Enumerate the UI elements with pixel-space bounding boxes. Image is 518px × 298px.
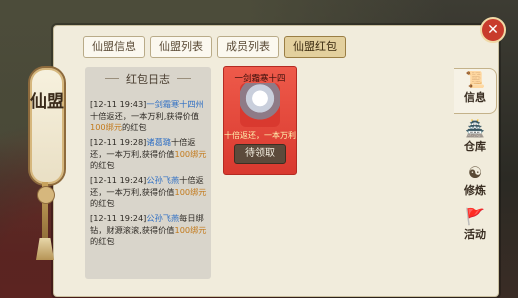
entry-time: [12-11 19:28] bbox=[90, 137, 147, 147]
packet-description: 十倍返还，一本万利 bbox=[224, 131, 296, 140]
side-tab-label: 仓库 bbox=[464, 140, 486, 153]
entry-time: [12-11 19:24] bbox=[90, 175, 147, 185]
sender-portrait bbox=[240, 83, 280, 127]
side-tab-info[interactable]: 📜 信息 bbox=[454, 68, 497, 114]
entry-time: [12-11 19:24] bbox=[90, 213, 147, 223]
side-tab-warehouse[interactable]: 🏯 仓库 bbox=[454, 118, 496, 162]
entry-player-name[interactable]: 诸葛璐 bbox=[146, 137, 171, 147]
entry-amount: 100绑元 bbox=[174, 148, 207, 159]
close-icon[interactable]: ✕ bbox=[480, 17, 506, 43]
log-entry: [12-11 19:28]诸葛璐十倍返还，一本万利,获得价值100绑元的红包 bbox=[90, 137, 210, 172]
entry-player-name[interactable]: 一剑霜寒十四州 bbox=[146, 99, 203, 109]
side-tab-cultivate[interactable]: ☯ 修炼 bbox=[454, 162, 496, 206]
tab-guild-red-packet[interactable]: 仙盟红包 bbox=[284, 36, 346, 58]
entry-text: 十倍返还，一本万利,获得价值 bbox=[90, 110, 200, 121]
tab-member-list[interactable]: 成员列表 bbox=[217, 36, 279, 58]
entry-amount: 100绑元 bbox=[174, 224, 207, 235]
entry-time: [12-11 19:43] bbox=[90, 99, 147, 109]
tab-guild-info[interactable]: 仙盟信息 bbox=[83, 36, 145, 58]
log-entry: [12-11 19:24]公孙飞燕每日绑钻，财源滚滚,获得价值100绑元的红包 bbox=[90, 213, 210, 248]
side-tab-label: 活动 bbox=[464, 228, 486, 241]
red-packet-log: 红包日志 [12-11 19:43]一剑霜寒十四州十倍返还，一本万利,获得价值1… bbox=[85, 67, 211, 279]
side-tab-label: 信息 bbox=[464, 91, 486, 104]
entry-player-name[interactable]: 公孙飞燕 bbox=[146, 213, 179, 223]
entry-suffix: 的红包 bbox=[90, 198, 115, 208]
cultivate-icon: ☯ bbox=[467, 163, 483, 182]
info-icon: 📜 bbox=[465, 70, 485, 89]
entry-player-name[interactable]: 公孙飞燕 bbox=[146, 175, 179, 185]
side-tab-label: 修炼 bbox=[464, 184, 486, 197]
side-tab-activity[interactable]: 🚩 活动 bbox=[454, 206, 496, 250]
log-entry: [12-11 19:43]一剑霜寒十四州十倍返还，一本万利,获得价值100绑元的… bbox=[90, 99, 210, 134]
entry-suffix: 的红包 bbox=[122, 122, 147, 132]
tab-guild-list[interactable]: 仙盟列表 bbox=[150, 36, 212, 58]
log-entry: [12-11 19:24]公孙飞燕十倍返还，一本万利,获得价值100绑元的红包 bbox=[90, 175, 210, 210]
entry-suffix: 的红包 bbox=[90, 236, 115, 246]
banner-label: 仙盟 bbox=[30, 92, 64, 112]
entry-amount: 100绑元 bbox=[174, 186, 207, 197]
claim-button[interactable]: 待领取 bbox=[234, 144, 286, 164]
activity-icon: 🚩 bbox=[465, 207, 485, 226]
entry-suffix: 的红包 bbox=[90, 160, 115, 170]
guild-banner: 仙盟 bbox=[28, 66, 66, 186]
log-title: 红包日志 bbox=[85, 71, 211, 87]
red-packet-card[interactable]: 一剑霜寒十四 十倍返还，一本万利 待领取 bbox=[223, 66, 297, 175]
entry-amount: 100绑元 bbox=[90, 122, 123, 132]
guild-tabs: 仙盟信息 仙盟列表 成员列表 仙盟红包 bbox=[83, 36, 346, 58]
warehouse-icon: 🏯 bbox=[465, 119, 485, 138]
tassel-knot bbox=[37, 186, 55, 204]
